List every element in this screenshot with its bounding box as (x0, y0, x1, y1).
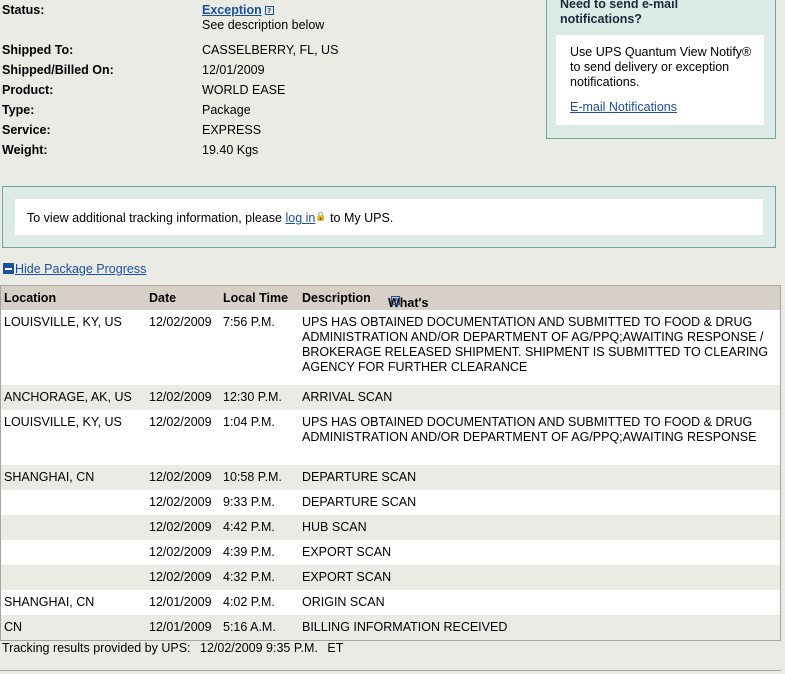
cell-date: 12/02/2009 (149, 495, 212, 509)
footer-label: Tracking results provided by UPS: (2, 641, 191, 655)
status-label: Status: (2, 3, 45, 17)
cell-local-time: 12:30 P.M. (223, 390, 282, 404)
header-local-time: Local Time (223, 291, 289, 305)
header-location: Location (4, 291, 57, 305)
detail-value: WORLD EASE (202, 83, 286, 97)
cell-location: CN (4, 620, 23, 634)
cell-location: LOUISVILLE, KY, US (4, 315, 122, 329)
table-row: LOUISVILLE, KY, US 12/02/2009 1:04 P.M. UPS… (1, 410, 780, 465)
cell-description: DEPARTURE SCAN (302, 495, 417, 509)
header-description: Description (302, 291, 371, 305)
table-row: 12/02/2009 9:33 P.M. DEPARTURE SCAN (1, 490, 780, 515)
cell-date: 12/02/2009 (149, 470, 212, 484)
cell-date: 12/02/2009 (149, 415, 212, 429)
table-row: CN 12/01/2009 5:16 A.M. BILLING INFORMATION… (1, 615, 780, 640)
cell-date: 12/02/2009 (149, 390, 212, 404)
detail-row: Weight: 19.40 Kgs (2, 140, 542, 160)
table-row: SHANGHAI, CN 12/01/2009 4:02 P.M. ORIGIN SC… (1, 590, 780, 615)
cell-location: SHANGHAI, CN (4, 595, 95, 609)
log-in-link[interactable]: log in (285, 211, 315, 225)
detail-row: Service: EXPRESS (2, 120, 542, 140)
email-notification-panel: Need to send e-mail notifications? Use U… (546, 0, 776, 139)
cell-description: EXPORT SCAN (302, 570, 392, 584)
cell-local-time: 1:04 P.M. (223, 415, 275, 429)
detail-label: Shipped/Billed On: (2, 63, 114, 77)
footer-timestamp: 12/02/2009 9:35 P.M. (200, 641, 318, 655)
detail-label: Weight: (2, 143, 48, 157)
cell-location: ANCHORAGE, AK, US (4, 390, 132, 404)
help-icon[interactable]: ? (264, 6, 274, 15)
table-row: 12/02/2009 4:32 P.M. EXPORT SCAN (1, 565, 780, 590)
package-progress-table: Location Date Local Time Description Wha… (0, 285, 781, 641)
cell-local-time: 10:58 P.M. (223, 470, 282, 484)
detail-row: Shipped/Billed On: 12/01/2009 (2, 60, 542, 80)
table-row: ANCHORAGE, AK, US 12/02/2009 12:30 P.M. ARR… (1, 385, 780, 410)
detail-label: Service: (2, 123, 51, 137)
detail-row: Product: WORLD EASE (2, 80, 542, 100)
status-row: Status: Exception? See description below (2, 0, 542, 40)
login-prompt-text: To view additional tracking information,… (27, 211, 282, 225)
cell-description: ORIGIN SCAN (302, 595, 385, 609)
footer-timezone: ET (327, 641, 344, 655)
status-exception-link[interactable]: Exception (202, 3, 262, 17)
notification-panel-title: Need to send e-mail notifications? (560, 0, 679, 26)
table-row: LOUISVILLE, KY, US 12/02/2009 7:56 P.M. UPS… (1, 310, 780, 385)
cell-local-time: 4:02 P.M. (223, 595, 275, 609)
notification-panel-body: Use UPS Quantum View Notify® to send del… (556, 35, 764, 125)
detail-value: EXPRESS (202, 123, 262, 137)
cell-description: ARRIVAL SCAN (302, 390, 393, 404)
hide-package-progress-toggle[interactable]: Hide Package Progress (3, 262, 146, 276)
table-row: SHANGHAI, CN 12/02/2009 10:58 P.M. DEPARTUR… (1, 465, 780, 490)
status-value-block: Exception? See description below (202, 3, 324, 33)
detail-label: Shipped To: (2, 43, 74, 57)
cell-description: BILLING INFORMATION RECEIVED (302, 620, 508, 634)
cell-description: UPS HAS OBTAINED DOCUMENTATION AND SUBMI… (302, 415, 757, 444)
table-header: Location Date Local Time Description Wha… (1, 285, 780, 324)
cell-local-time: 5:16 A.M. (223, 620, 276, 634)
cell-description: EXPORT SCAN (302, 545, 392, 559)
detail-value: 12/01/2009 (202, 63, 265, 77)
cell-local-time: 7:56 P.M. (223, 315, 275, 329)
detail-label: Product: (2, 83, 54, 97)
cell-local-time: 4:32 P.M. (223, 570, 275, 584)
cell-date: 12/02/2009 (149, 545, 212, 559)
cell-local-time: 9:33 P.M. (223, 495, 275, 509)
collapse-icon[interactable] (3, 263, 14, 274)
cell-date: 12/01/2009 (149, 595, 212, 609)
bottom-divider (0, 670, 781, 671)
shipment-details: Status: Exception? See description below… (2, 0, 542, 160)
detail-row: Type: Package (2, 100, 542, 120)
table-row: 12/02/2009 4:42 P.M. HUB SCAN (1, 515, 780, 540)
status-note: See description below (202, 18, 325, 32)
cell-location: SHANGHAI, CN (4, 470, 95, 484)
help-icon[interactable]: ? (391, 296, 400, 305)
login-prompt-panel: To view additional tracking information,… (2, 186, 776, 248)
cell-description: UPS HAS OBTAINED DOCUMENTATION AND SUBMI… (302, 315, 769, 374)
tracking-footer: Tracking results provided by UPS: 12/02/… (2, 641, 349, 655)
detail-value: Package (202, 103, 251, 117)
lock-icon: 🔒 (315, 211, 327, 221)
cell-date: 12/01/2009 (149, 620, 212, 634)
hide-package-progress-link[interactable]: Hide Package Progress (15, 262, 146, 276)
notification-description: Use UPS Quantum View Notify® to send del… (570, 45, 752, 89)
table-row: 12/02/2009 4:39 P.M. EXPORT SCAN (1, 540, 780, 565)
cell-date: 12/02/2009 (149, 315, 212, 329)
cell-description: HUB SCAN (302, 520, 367, 534)
cell-local-time: 4:42 P.M. (223, 520, 275, 534)
cell-date: 12/02/2009 (149, 520, 212, 534)
header-date: Date (149, 291, 177, 305)
cell-description: DEPARTURE SCAN (302, 470, 417, 484)
detail-row: Shipped To: CASSELBERRY, FL, US (2, 40, 542, 60)
detail-value: CASSELBERRY, FL, US (202, 43, 339, 57)
cell-location: LOUISVILLE, KY, US (4, 415, 122, 429)
detail-value: 19.40 Kgs (202, 143, 259, 157)
detail-label: Type: (2, 103, 35, 117)
login-prompt-text-after: to My UPS. (330, 211, 394, 225)
login-prompt: To view additional tracking information,… (15, 199, 763, 235)
cell-local-time: 4:39 P.M. (223, 545, 275, 559)
cell-date: 12/02/2009 (149, 570, 212, 584)
email-notifications-link[interactable]: E-mail Notifications (570, 100, 752, 115)
